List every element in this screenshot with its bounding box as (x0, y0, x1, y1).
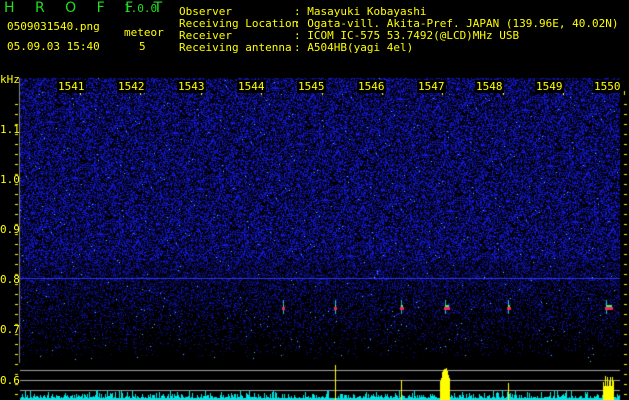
file-datetime: 05.09.03 15:40 (7, 40, 100, 53)
y-tick-label: 1.0 (0, 173, 20, 186)
y-tick-label: 0.6 (0, 374, 20, 387)
info-label: Receiving antenna (179, 41, 292, 54)
meteor-count: 5 (139, 40, 146, 53)
time-tick-label: 1542 (117, 80, 146, 93)
y-tick-label: 0.9 (0, 223, 20, 236)
y-tick-label: 0.7 (0, 323, 20, 336)
time-tick-label: 1550 (593, 80, 622, 93)
y-tick-label: 1.1 (0, 123, 20, 136)
time-tick-label: 1543 (177, 80, 206, 93)
time-tick-label: 1548 (475, 80, 504, 93)
time-tick-label: 1547 (417, 80, 446, 93)
y-axis-unit: kHz (0, 73, 20, 86)
app-version: 1.0.0 (124, 2, 158, 15)
time-tick-label: 1545 (297, 80, 326, 93)
y-tick-label: 0.8 (0, 273, 20, 286)
time-tick-label: 1541 (57, 80, 86, 93)
info-value: : A504HB(yagi 4el) (294, 41, 414, 54)
time-tick-label: 1546 (357, 80, 386, 93)
spectrogram-canvas (0, 0, 629, 400)
file-name: 0509031540.png (7, 20, 100, 33)
meteor-label: meteor (124, 26, 164, 39)
time-tick-label: 1544 (237, 80, 266, 93)
time-tick-label: 1549 (535, 80, 564, 93)
